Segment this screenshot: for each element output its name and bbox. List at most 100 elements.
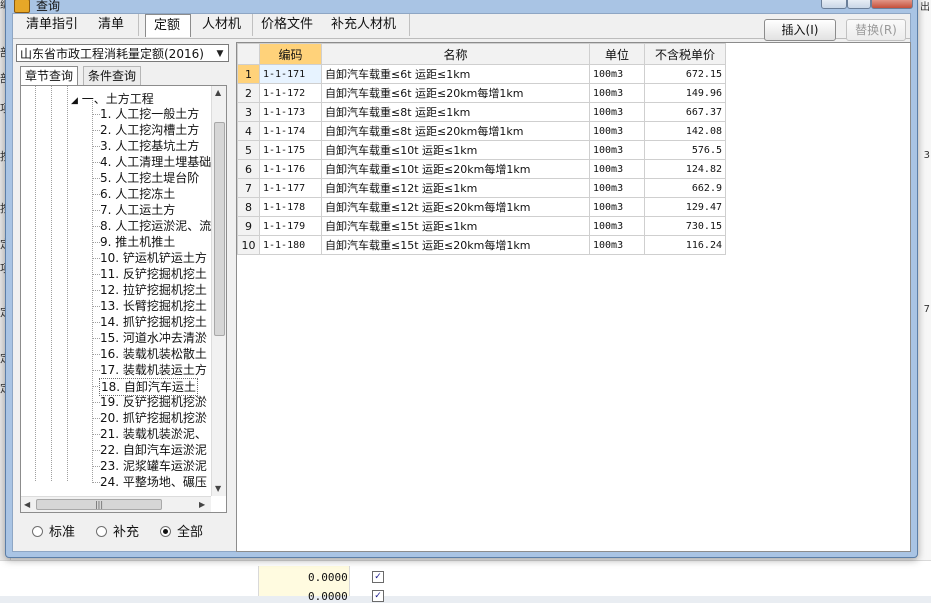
row-number[interactable]: 3 bbox=[237, 102, 260, 122]
cell-code[interactable]: 1-1-176 bbox=[259, 159, 322, 179]
tree-item[interactable]: 22. 自卸汽车运淤泥 bbox=[100, 442, 207, 458]
cell-code[interactable]: 1-1-179 bbox=[259, 216, 322, 236]
table-row[interactable]: 1 1-1-171 自卸汽车载重≤6t 运距≤1km 100m3 672.15 bbox=[237, 64, 726, 84]
cell-name[interactable]: 自卸汽车载重≤10t 运距≤20km每增1km bbox=[321, 159, 590, 179]
radio-circle-icon[interactable] bbox=[160, 526, 171, 537]
tab-bill[interactable]: 清单 bbox=[90, 14, 139, 36]
scroll-right-icon[interactable]: ▶ bbox=[199, 500, 205, 509]
cell-unit[interactable]: 100m3 bbox=[589, 121, 645, 141]
collapse-triangle-icon[interactable]: ◢ bbox=[71, 96, 78, 106]
cell-price[interactable]: 129.47 bbox=[644, 197, 726, 217]
cell-name[interactable]: 自卸汽车载重≤6t 运距≤20km每增1km bbox=[321, 83, 590, 103]
cell-unit[interactable]: 100m3 bbox=[589, 102, 645, 122]
tree-item[interactable]: 9. 推土机推土 bbox=[100, 234, 175, 250]
row-number[interactable]: 4 bbox=[237, 121, 260, 141]
scroll-left-icon[interactable]: ◀ bbox=[24, 500, 30, 509]
insert-button[interactable]: 插入(I) bbox=[764, 19, 836, 41]
column-header-code[interactable]: 编码 bbox=[259, 43, 322, 65]
cell-code[interactable]: 1-1-174 bbox=[259, 121, 322, 141]
table-row[interactable]: 10 1-1-180 自卸汽车载重≤15t 运距≤20km每增1km 100m3 116… bbox=[237, 235, 726, 255]
replace-button[interactable]: 替换(R) bbox=[846, 19, 906, 41]
tree-item[interactable]: 10. 铲运机铲运土方 bbox=[100, 250, 207, 266]
radio-all[interactable]: 全部 bbox=[160, 524, 203, 542]
tab-bill-guide[interactable]: 清单指引 bbox=[18, 14, 91, 36]
row-number[interactable]: 5 bbox=[237, 140, 260, 160]
close-button[interactable] bbox=[871, 0, 913, 9]
scroll-thumb[interactable]: ||| bbox=[36, 499, 162, 510]
scroll-down-icon[interactable]: ▼ bbox=[215, 484, 221, 493]
cell-name[interactable]: 自卸汽车载重≤15t 运距≤20km每增1km bbox=[321, 235, 590, 255]
tree-item[interactable]: 21. 装载机装淤泥、 bbox=[100, 426, 207, 442]
chapter-tree[interactable]: ◢ 一、土方工程 1. 人工挖一般土方 2. 人工挖沟槽土方 3. 人工挖基坑土方 4… bbox=[20, 85, 227, 513]
cell-price[interactable]: 149.96 bbox=[644, 83, 726, 103]
tree-item[interactable]: 8. 人工挖运淤泥、流 bbox=[100, 218, 211, 234]
column-header-price[interactable]: 不含税单价 bbox=[644, 43, 726, 65]
cell-code[interactable]: 1-1-177 bbox=[259, 178, 322, 198]
chevron-down-icon[interactable]: ▼ bbox=[214, 48, 226, 60]
scroll-thumb[interactable] bbox=[214, 122, 225, 336]
table-row[interactable]: 6 1-1-176 自卸汽车载重≤10t 运距≤20km每增1km 100m3 124.… bbox=[237, 159, 726, 179]
cell-price[interactable]: 672.15 bbox=[644, 64, 726, 84]
cell-code[interactable]: 1-1-172 bbox=[259, 83, 322, 103]
row-number[interactable]: 9 bbox=[237, 216, 260, 236]
tab-quota[interactable]: 定额 bbox=[145, 14, 191, 37]
row-number[interactable]: 7 bbox=[237, 178, 260, 198]
tree-item[interactable]: 11. 反铲挖掘机挖土 bbox=[100, 266, 207, 282]
table-row[interactable]: 4 1-1-174 自卸汽车载重≤8t 运距≤20km每增1km 100m3 142.0… bbox=[237, 121, 726, 141]
table-row[interactable]: 8 1-1-178 自卸汽车载重≤12t 运距≤20km每增1km 100m3 129.… bbox=[237, 197, 726, 217]
tree-vertical-scrollbar[interactable]: ▲ ▼ bbox=[211, 86, 226, 496]
minimize-button[interactable] bbox=[821, 0, 847, 9]
quota-library-select[interactable]: 山东省市政工程消耗量定额(2016) ▼ bbox=[16, 44, 229, 62]
tree-item[interactable]: 1. 人工挖一般土方 bbox=[100, 106, 199, 122]
cell-name[interactable]: 自卸汽车载重≤12t 运距≤1km bbox=[321, 178, 590, 198]
tree-item[interactable]: 24. 平整场地、碾压 bbox=[100, 474, 207, 490]
tab-price-file[interactable]: 价格文件 bbox=[253, 14, 326, 36]
tree-item[interactable]: 20. 抓铲挖掘机挖淤 bbox=[100, 410, 207, 426]
tree-root-node[interactable]: ◢ 一、土方工程 bbox=[71, 90, 154, 107]
cell-name[interactable]: 自卸汽车载重≤8t 运距≤1km bbox=[321, 102, 590, 122]
table-row[interactable]: 5 1-1-175 自卸汽车载重≤10t 运距≤1km 100m3 576.5 bbox=[237, 140, 726, 160]
cell-unit[interactable]: 100m3 bbox=[589, 159, 645, 179]
maximize-button[interactable] bbox=[847, 0, 871, 9]
cell-name[interactable]: 自卸汽车载重≤12t 运距≤20km每增1km bbox=[321, 197, 590, 217]
tree-item[interactable]: 3. 人工挖基坑土方 bbox=[100, 138, 199, 154]
tree-item[interactable]: 2. 人工挖沟槽土方 bbox=[100, 122, 199, 138]
cell-price[interactable]: 116.24 bbox=[644, 235, 726, 255]
radio-supplement[interactable]: 补充 bbox=[96, 524, 139, 542]
tree-item[interactable]: 6. 人工挖冻土 bbox=[100, 186, 175, 202]
table-row[interactable]: 7 1-1-177 自卸汽车载重≤12t 运距≤1km 100m3 662.9 bbox=[237, 178, 726, 198]
cell-name[interactable]: 自卸汽车载重≤10t 运距≤1km bbox=[321, 140, 590, 160]
tab-condition-query[interactable]: 条件查询 bbox=[83, 66, 142, 86]
cell-price[interactable]: 576.5 bbox=[644, 140, 726, 160]
corner-cell[interactable] bbox=[237, 43, 260, 65]
tree-horizontal-scrollbar[interactable]: ◀ ||| ▶ bbox=[21, 496, 211, 512]
tree-item[interactable]: 7. 人工运土方 bbox=[100, 202, 175, 218]
cell-code[interactable]: 1-1-178 bbox=[259, 197, 322, 217]
row-number[interactable]: 8 bbox=[237, 197, 260, 217]
cell-unit[interactable]: 100m3 bbox=[589, 216, 645, 236]
cell-code[interactable]: 1-1-175 bbox=[259, 140, 322, 160]
radio-standard[interactable]: 标准 bbox=[32, 524, 75, 542]
tab-chapter-query[interactable]: 章节查询 bbox=[20, 66, 79, 85]
row-number[interactable]: 2 bbox=[237, 83, 260, 103]
tree-item[interactable]: 16. 装载机装松散土 bbox=[100, 346, 207, 362]
cell-price[interactable]: 667.37 bbox=[644, 102, 726, 122]
tab-labor-material-machine[interactable]: 人材机 bbox=[194, 14, 253, 36]
cell-unit[interactable]: 100m3 bbox=[589, 83, 645, 103]
tab-supplement-lmm[interactable]: 补充人材机 bbox=[323, 14, 410, 36]
radio-circle-icon[interactable] bbox=[96, 526, 107, 537]
bg-checkbox[interactable]: ✓ bbox=[372, 571, 384, 583]
cell-name[interactable]: 自卸汽车载重≤8t 运距≤20km每增1km bbox=[321, 121, 590, 141]
row-number[interactable]: 1 bbox=[237, 64, 260, 84]
cell-name[interactable]: 自卸汽车载重≤6t 运距≤1km bbox=[321, 64, 590, 84]
table-row[interactable]: 9 1-1-179 自卸汽车载重≤15t 运距≤1km 100m3 730.15 bbox=[237, 216, 726, 236]
column-header-name[interactable]: 名称 bbox=[321, 43, 590, 65]
tree-item[interactable]: 5. 人工挖土堤台阶 bbox=[100, 170, 199, 186]
cell-unit[interactable]: 100m3 bbox=[589, 64, 645, 84]
cell-unit[interactable]: 100m3 bbox=[589, 235, 645, 255]
tree-item[interactable]: 23. 泥浆罐车运淤泥 bbox=[100, 458, 207, 474]
cell-name[interactable]: 自卸汽车载重≤15t 运距≤1km bbox=[321, 216, 590, 236]
tree-item[interactable]: 14. 抓铲挖掘机挖土 bbox=[100, 314, 207, 330]
tree-item[interactable]: 17. 装载机装运土方 bbox=[100, 362, 207, 378]
cell-price[interactable]: 662.9 bbox=[644, 178, 726, 198]
